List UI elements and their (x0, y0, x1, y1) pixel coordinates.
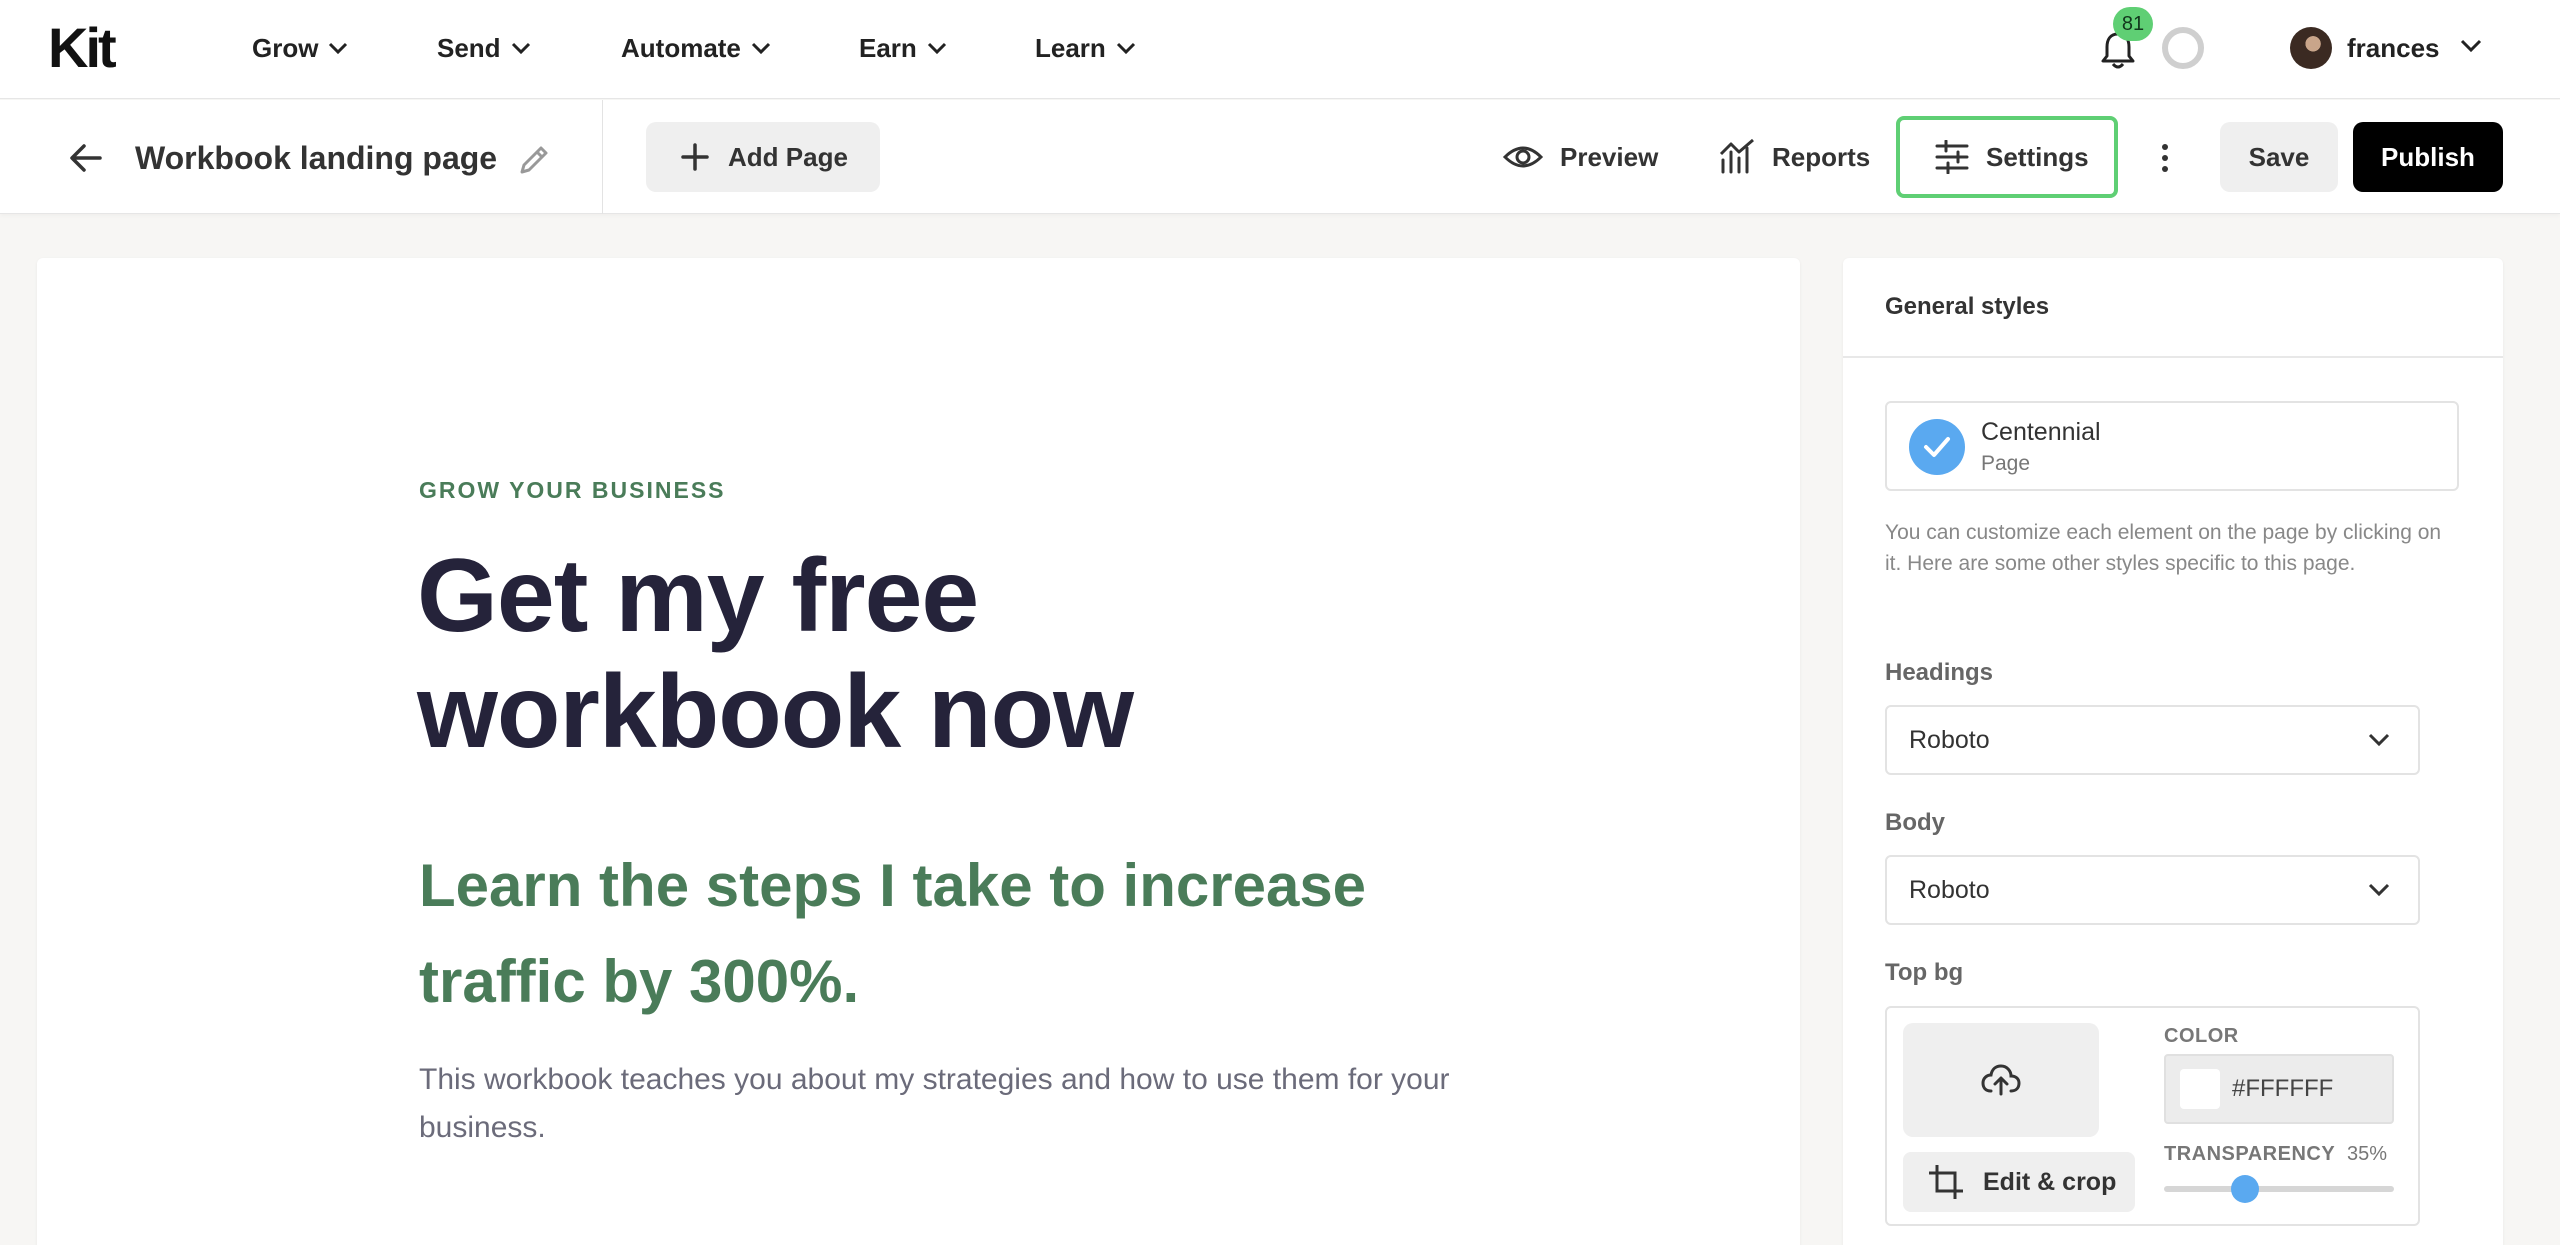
edit-crop-button[interactable]: Edit & crop (1903, 1152, 2135, 1212)
plus-icon (681, 143, 709, 171)
settings-label: Settings (1986, 141, 2089, 172)
nav-grow[interactable]: Grow (252, 30, 348, 66)
hero-subheading[interactable]: Learn the steps I take to increase traff… (419, 838, 1479, 1030)
nav-earn[interactable]: Earn (859, 30, 947, 66)
nav-learn[interactable]: Learn (1035, 30, 1136, 66)
page-title[interactable]: Workbook landing page (135, 138, 497, 178)
top-navigation: Kit Grow Send Automate Earn Learn 81 fra… (0, 0, 2560, 99)
nav-learn-label: Learn (1035, 32, 1106, 63)
nav-grow-label: Grow (252, 32, 319, 63)
page-canvas: GROW YOUR BUSINESS Get my free workbook … (37, 258, 1800, 1245)
nav-send[interactable]: Send (437, 30, 531, 66)
panel-help-text: You can customize each element on the pa… (1885, 521, 2442, 575)
top-bg-label: Top bg (1885, 959, 1964, 986)
color-value: #FFFFFF (2232, 1075, 2334, 1102)
body-label: Body (1885, 809, 1945, 836)
panel-divider (1843, 356, 2503, 358)
cloud-upload-icon (1981, 1064, 2021, 1096)
more-options-icon[interactable] (2150, 136, 2180, 180)
loading-spinner (2162, 27, 2204, 69)
color-input[interactable]: #FFFFFF (2164, 1054, 2394, 1124)
general-styles-panel: General styles Centennial Page You can c… (1843, 258, 2503, 1245)
headings-font-select[interactable]: Roboto (1885, 705, 2420, 775)
settings-button[interactable]: Settings (1896, 116, 2118, 198)
headings-font-value: Roboto (1909, 725, 1990, 754)
publish-button[interactable]: Publish (2353, 122, 2503, 192)
hero-heading[interactable]: Get my free workbook now (417, 538, 1317, 770)
color-swatch[interactable] (2180, 1069, 2220, 1109)
chevron-down-icon (2368, 883, 2390, 897)
editor-toolbar: Workbook landing page Add Page Preview R… (0, 100, 2560, 214)
eye-icon (1502, 146, 1544, 168)
sliders-icon (1935, 140, 1969, 174)
chevron-down-icon (511, 42, 530, 55)
crop-icon (1929, 1165, 1963, 1199)
transparency-label: TRANSPARENCY (2164, 1143, 2336, 1165)
nav-automate[interactable]: Automate (621, 30, 771, 66)
nav-automate-label: Automate (621, 32, 741, 63)
panel-title: General styles (1885, 293, 2050, 320)
add-page-button[interactable]: Add Page (646, 122, 880, 192)
template-card[interactable]: Centennial Page (1885, 401, 2459, 491)
chart-icon (1719, 138, 1754, 174)
save-button[interactable]: Save (2220, 122, 2338, 192)
preview-label: Preview (1560, 141, 1659, 172)
chevron-down-icon[interactable] (2460, 38, 2482, 54)
preview-button[interactable]: Preview (1502, 122, 1658, 192)
chevron-down-icon (329, 42, 348, 55)
template-type: Page (1981, 452, 2031, 475)
transparency-slider-thumb[interactable] (2230, 1175, 2259, 1203)
transparency-slider[interactable] (2164, 1175, 2394, 1203)
hero-body-text[interactable]: This workbook teaches you about my strat… (419, 1056, 1479, 1152)
avatar[interactable] (2290, 27, 2332, 69)
color-label: COLOR (2164, 1025, 2239, 1047)
notification-badge: 81 (2113, 7, 2153, 41)
transparency-value: 35% (2347, 1143, 2388, 1165)
check-icon (1909, 419, 1965, 475)
user-name[interactable]: frances (2347, 30, 2440, 66)
chevron-down-icon (751, 42, 770, 55)
toolbar-divider (602, 100, 603, 214)
back-button[interactable] (64, 136, 108, 180)
arrow-left-icon (70, 144, 102, 172)
nav-send-label: Send (437, 32, 501, 63)
chevron-down-icon (2368, 733, 2390, 747)
kit-logo[interactable]: Kit (48, 20, 117, 76)
hero-eyebrow[interactable]: GROW YOUR BUSINESS (419, 476, 726, 504)
body-font-value: Roboto (1909, 875, 1990, 904)
nav-earn-label: Earn (859, 32, 917, 63)
add-page-label: Add Page (728, 141, 848, 172)
pencil-icon[interactable] (516, 142, 552, 178)
edit-crop-label: Edit & crop (1983, 1167, 2117, 1196)
reports-label: Reports (1772, 141, 1871, 172)
image-upload-area[interactable] (1903, 1023, 2099, 1137)
chevron-down-icon (927, 42, 946, 55)
template-name: Centennial (1981, 418, 2101, 446)
reports-button[interactable]: Reports (1718, 122, 1870, 192)
chevron-down-icon (1116, 42, 1135, 55)
headings-label: Headings (1885, 659, 1994, 686)
top-bg-editor: Edit & crop COLOR #FFFFFF TRANSPARENCY 3… (1885, 1006, 2420, 1226)
body-font-select[interactable]: Roboto (1885, 855, 2420, 925)
